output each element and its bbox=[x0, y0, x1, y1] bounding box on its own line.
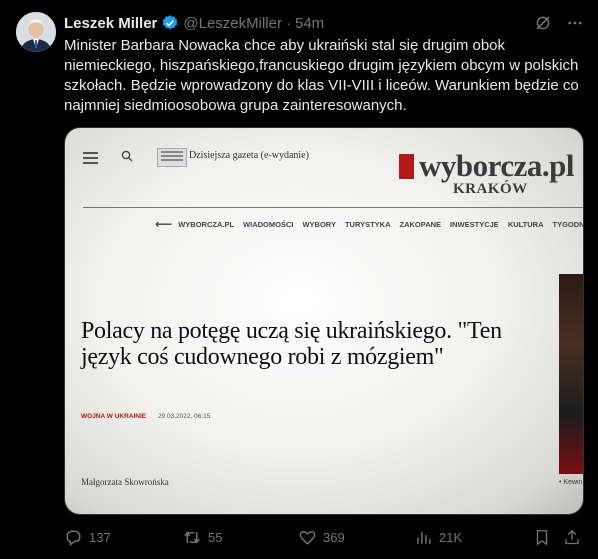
bookmark-icon bbox=[536, 530, 548, 546]
retweet-count: 55 bbox=[208, 530, 223, 545]
site-nav: ⟵ WYBORCZA.PL WIADOMOŚCI WYBORY TURYSTYK… bbox=[155, 217, 584, 231]
retweet-icon bbox=[184, 531, 200, 544]
newspaper-thumbnail-icon bbox=[157, 148, 187, 167]
tweet-actions: 137 55 369 21K bbox=[64, 528, 580, 548]
side-photo-caption: • Kewin bbox=[559, 479, 583, 486]
header-divider bbox=[83, 207, 583, 208]
author-avatar[interactable] bbox=[16, 12, 56, 52]
views-chart-icon bbox=[417, 531, 431, 544]
site-logo: wyborcza.pl bbox=[419, 148, 574, 183]
nav-item: TURYSTYKA bbox=[344, 219, 391, 229]
nav-item: WYBORCZA.PL bbox=[178, 219, 235, 229]
article-date: 29.03.2022, 06:15 bbox=[157, 413, 211, 420]
like-button[interactable]: 369 bbox=[298, 528, 345, 547]
article-meta: WOJNA W UKRAINIE 29.03.2022, 06:15 bbox=[81, 413, 210, 420]
nav-item: ZAKOPANE bbox=[399, 219, 442, 229]
views-count: 21K bbox=[439, 530, 463, 545]
author-name[interactable]: Leszek Miller bbox=[64, 15, 157, 32]
share-button[interactable] bbox=[563, 528, 587, 547]
nav-item: WYBORY bbox=[302, 219, 336, 229]
reply-count: 137 bbox=[89, 530, 111, 545]
nav-item: WIADOMOŚCI bbox=[243, 219, 294, 229]
nav-item: INWESTYCJE bbox=[450, 219, 499, 229]
nav-item: KULTURA bbox=[507, 219, 544, 229]
retweet-button[interactable]: 55 bbox=[182, 528, 222, 547]
hamburger-menu-icon bbox=[83, 152, 98, 167]
verified-badge-icon bbox=[161, 14, 179, 32]
bookmark-button[interactable] bbox=[533, 528, 557, 547]
reply-icon bbox=[66, 530, 81, 547]
logo-red-mark bbox=[399, 154, 414, 179]
tweet-media-photo[interactable]: Dzisiejsza gazeta (e-wydanie) wyborcza.p… bbox=[64, 127, 584, 515]
search-icon bbox=[121, 149, 133, 167]
separator-dot: · bbox=[285, 14, 291, 32]
site-header: Dzisiejsza gazeta (e-wydanie) wyborcza.p… bbox=[83, 148, 583, 197]
eedition-link: Dzisiejsza gazeta (e-wydanie) bbox=[189, 150, 309, 161]
article-headline: Polacy na potęgę uczą się ukraińskiego. … bbox=[81, 318, 502, 370]
grok-icon[interactable] bbox=[534, 14, 552, 32]
more-options-icon[interactable] bbox=[566, 14, 584, 32]
tweet-header: Leszek Miller @LeszekMiller · 54m bbox=[64, 12, 584, 34]
back-arrow-icon: ⟵ bbox=[155, 217, 173, 231]
share-icon bbox=[565, 529, 579, 545]
tweet-time[interactable]: 54m bbox=[295, 15, 324, 32]
article-side-photo bbox=[559, 274, 583, 474]
tweet-text: Minister Barbara Nowacka chce aby ukraiń… bbox=[64, 37, 579, 114]
views-button[interactable]: 21K bbox=[414, 528, 462, 547]
article-category: WOJNA W UKRAINIE bbox=[81, 413, 147, 420]
like-count: 369 bbox=[323, 530, 345, 545]
reply-button[interactable]: 137 bbox=[64, 528, 111, 547]
author-handle[interactable]: @LeszekMiller bbox=[183, 15, 282, 32]
site-city: KRAKÓW bbox=[453, 181, 528, 197]
nav-item: TYGODNIK KRAKOWSKI bbox=[552, 219, 584, 229]
article-author: Małgorzata Skowrońska bbox=[81, 477, 169, 487]
heart-icon bbox=[299, 531, 316, 545]
